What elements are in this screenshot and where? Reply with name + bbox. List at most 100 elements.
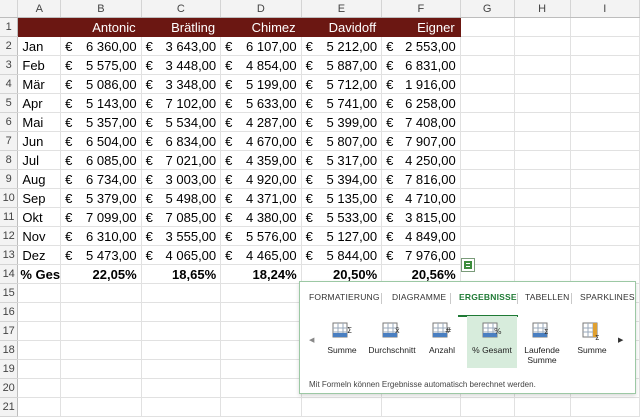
cell[interactable] — [570, 131, 640, 151]
row-header[interactable]: 16 — [0, 302, 19, 322]
cell[interactable] — [514, 169, 571, 189]
option-anzahl[interactable]: # Anzahl — [417, 316, 467, 368]
value-cell[interactable]: €6 258,00 — [381, 93, 461, 113]
cell[interactable] — [460, 93, 515, 113]
value-cell[interactable]: €5 712,00 — [301, 74, 383, 94]
option-laufende-summe[interactable]: Σ Laufende Summe — [517, 316, 567, 368]
cell[interactable] — [17, 359, 62, 379]
value-cell[interactable]: €4 920,00 — [220, 169, 302, 189]
row-header[interactable]: 1 — [0, 17, 19, 37]
value-cell[interactable]: €5 807,00 — [301, 131, 383, 151]
value-cell[interactable]: €4 710,00 — [381, 188, 461, 208]
scroll-left-arrow-icon[interactable]: ◀ — [309, 336, 314, 344]
cell[interactable] — [220, 321, 302, 341]
cell[interactable] — [460, 188, 515, 208]
row-header[interactable]: 3 — [0, 55, 19, 75]
value-cell[interactable]: €5 575,00 — [60, 55, 142, 75]
cell[interactable] — [514, 112, 571, 132]
option-summe-spalten[interactable]: Σ Summe — [567, 316, 617, 368]
header-cell-name[interactable]: Chimez — [220, 17, 302, 37]
value-cell[interactable]: €6 310,00 — [60, 226, 142, 246]
value-cell[interactable]: €5 127,00 — [301, 226, 383, 246]
value-cell[interactable]: €7 021,00 — [141, 150, 222, 170]
month-cell[interactable]: Nov — [17, 226, 62, 246]
cell[interactable] — [460, 36, 515, 56]
value-cell[interactable]: €7 102,00 — [141, 93, 222, 113]
cell[interactable] — [460, 131, 515, 151]
row-header[interactable]: 21 — [0, 397, 19, 417]
month-cell[interactable]: Jan — [17, 36, 62, 56]
cell[interactable] — [220, 359, 302, 379]
value-cell[interactable]: €5 399,00 — [301, 112, 383, 132]
option-durchschnitt[interactable]: x̄ Durchschnitt — [367, 316, 417, 368]
value-cell[interactable]: €5 576,00 — [220, 226, 302, 246]
cell[interactable] — [570, 245, 640, 265]
value-cell[interactable]: €4 854,00 — [220, 55, 302, 75]
cell[interactable] — [381, 397, 461, 417]
column-header-i[interactable]: I — [570, 0, 640, 18]
value-cell[interactable]: €5 844,00 — [301, 245, 383, 265]
month-cell[interactable]: Sep — [17, 188, 62, 208]
value-cell[interactable]: €7 976,00 — [381, 245, 461, 265]
header-cell-name[interactable]: Brätling — [141, 17, 222, 37]
row-header[interactable]: 14 — [0, 264, 19, 284]
cell[interactable] — [60, 359, 142, 379]
row-header[interactable]: 15 — [0, 283, 19, 303]
value-cell[interactable]: €5 212,00 — [301, 36, 383, 56]
cell[interactable] — [17, 378, 62, 398]
cell[interactable] — [141, 321, 222, 341]
cell[interactable] — [514, 245, 571, 265]
cell[interactable] — [570, 150, 640, 170]
value-cell[interactable]: €5 379,00 — [60, 188, 142, 208]
cell[interactable] — [570, 74, 640, 94]
value-cell[interactable]: €4 287,00 — [220, 112, 302, 132]
cell[interactable] — [514, 93, 571, 113]
row-header[interactable]: 7 — [0, 131, 19, 151]
value-cell[interactable]: €3 448,00 — [141, 55, 222, 75]
value-cell[interactable]: €5 394,00 — [301, 169, 383, 189]
row-header[interactable]: 18 — [0, 340, 19, 360]
value-cell[interactable]: €3 815,00 — [381, 207, 461, 227]
value-cell[interactable]: €5 887,00 — [301, 55, 383, 75]
tab-ergebnisse[interactable]: ERGEBNISSE — [459, 292, 517, 302]
row-header[interactable]: 12 — [0, 226, 19, 246]
column-header-c[interactable]: C — [141, 0, 222, 18]
cell[interactable] — [570, 169, 640, 189]
cell[interactable] — [17, 302, 62, 322]
cell[interactable] — [460, 55, 515, 75]
value-cell[interactable]: €7 099,00 — [60, 207, 142, 227]
cell[interactable] — [17, 283, 62, 303]
month-cell[interactable]: Jun — [17, 131, 62, 151]
value-cell[interactable]: €2 553,00 — [381, 36, 461, 56]
row-header[interactable]: 10 — [0, 188, 19, 208]
column-header-e[interactable]: E — [301, 0, 383, 18]
cell[interactable] — [141, 283, 222, 303]
value-cell[interactable]: €5 498,00 — [141, 188, 222, 208]
month-cell[interactable]: Jul — [17, 150, 62, 170]
cell[interactable] — [460, 169, 515, 189]
row-header[interactable]: 20 — [0, 378, 19, 398]
percent-total-cell[interactable]: 22,05% — [60, 264, 142, 284]
total-label-cell[interactable]: % Ges — [17, 264, 62, 284]
tab-diagramme[interactable]: DIAGRAMME — [392, 292, 446, 302]
row-header[interactable]: 17 — [0, 321, 19, 341]
cell[interactable] — [301, 397, 383, 417]
value-cell[interactable]: €6 831,00 — [381, 55, 461, 75]
cell[interactable] — [514, 188, 571, 208]
column-header-b[interactable]: B — [60, 0, 142, 18]
cell[interactable] — [514, 226, 571, 246]
cell[interactable] — [514, 17, 571, 37]
cell[interactable] — [141, 397, 222, 417]
select-all-corner[interactable] — [0, 0, 19, 18]
row-header[interactable]: 13 — [0, 245, 19, 265]
cell[interactable] — [570, 17, 640, 37]
cell[interactable] — [460, 17, 515, 37]
value-cell[interactable]: €4 380,00 — [220, 207, 302, 227]
cell[interactable] — [460, 150, 515, 170]
cell[interactable] — [514, 55, 571, 75]
value-cell[interactable]: €5 741,00 — [301, 93, 383, 113]
cell[interactable] — [17, 321, 62, 341]
cell[interactable] — [60, 378, 142, 398]
row-header[interactable]: 8 — [0, 150, 19, 170]
row-header[interactable]: 6 — [0, 112, 19, 132]
